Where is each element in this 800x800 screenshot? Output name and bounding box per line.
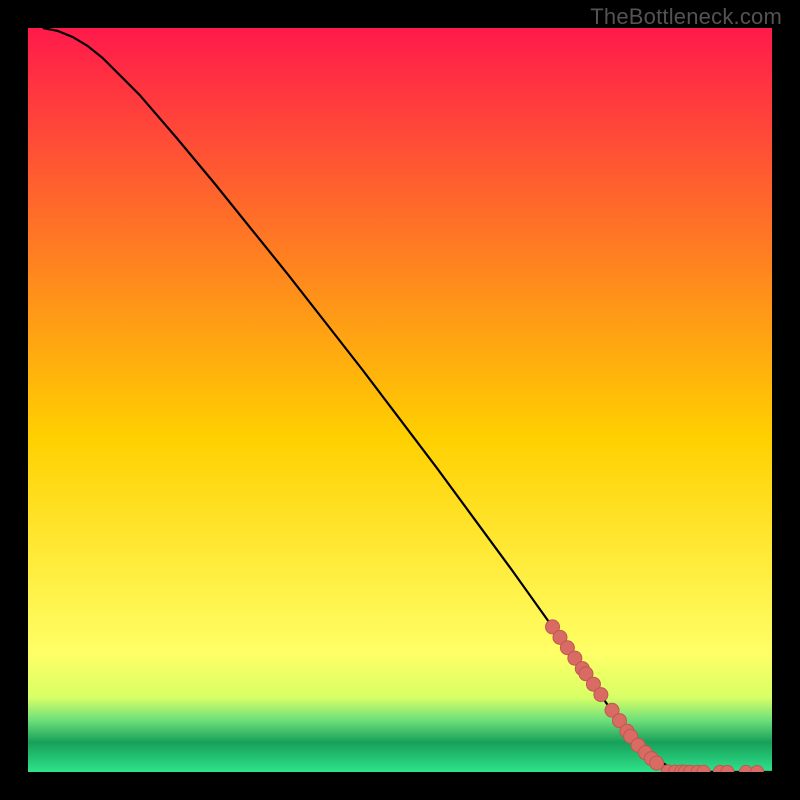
chart-frame: TheBottleneck.com — [0, 0, 800, 800]
chart-svg — [28, 28, 772, 772]
watermark-text: TheBottleneck.com — [590, 4, 782, 30]
data-marker — [594, 688, 608, 702]
gradient-background — [28, 28, 772, 772]
data-marker — [650, 756, 664, 770]
plot-area — [28, 28, 772, 772]
